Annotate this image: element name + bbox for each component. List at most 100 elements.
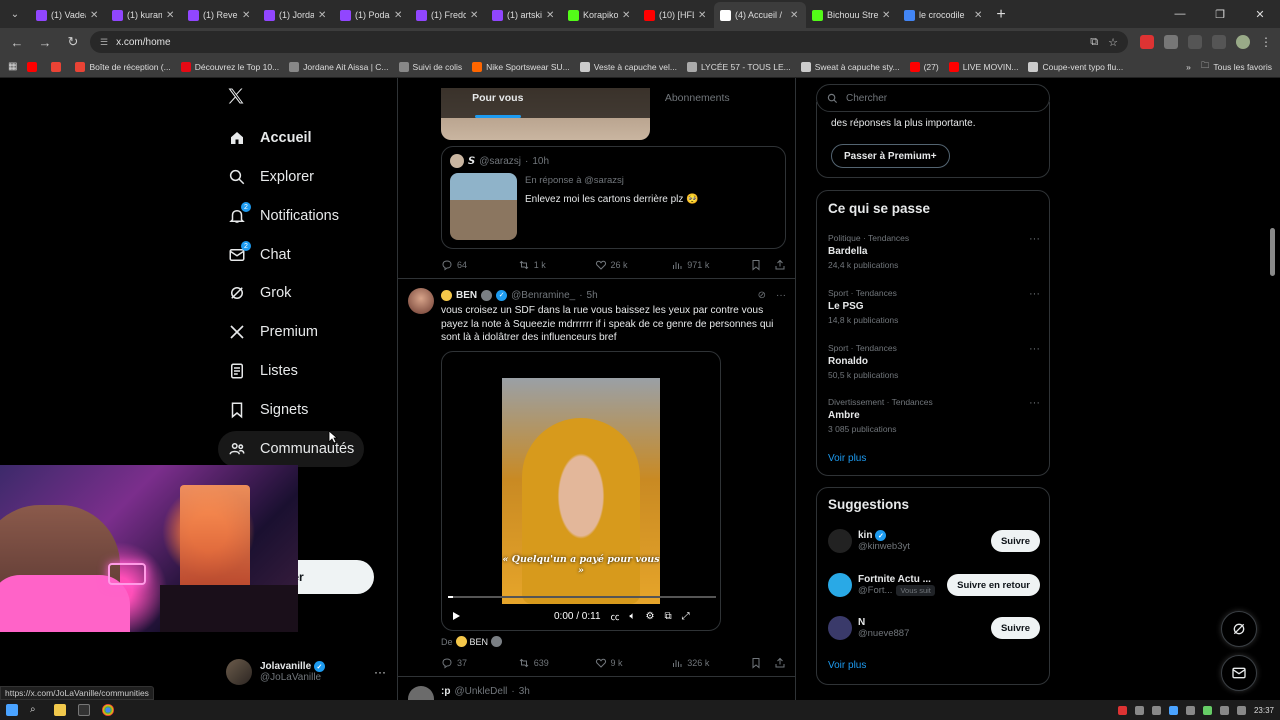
avatar[interactable] (828, 573, 852, 597)
pip-icon[interactable]: ⧉ (665, 611, 672, 622)
bookmark-icon[interactable] (750, 259, 762, 271)
suggestion-item[interactable]: Fortnite Actu ... @Fort... Vous suit Suivre… (828, 568, 1040, 602)
browser-tab[interactable]: le crocodile ✕ (898, 2, 990, 28)
tab-close-icon[interactable]: ✕ (974, 10, 984, 21)
nav-item-explorer[interactable]: Explorer (218, 159, 324, 195)
volume-icon[interactable] (1236, 705, 1246, 715)
bookmark-item[interactable]: Coupe-vent typo flu... (1028, 61, 1123, 72)
bookmark-icon[interactable] (750, 657, 762, 669)
play-icon[interactable] (450, 610, 462, 622)
page-scrollbar[interactable] (1270, 228, 1275, 276)
x-logo-icon[interactable] (226, 86, 246, 106)
reply-button[interactable]: 64 (441, 259, 518, 271)
nav-item-notifications[interactable]: 2 Notifications (218, 198, 349, 234)
author-name[interactable]: BEN (456, 290, 477, 301)
suggestion-name[interactable]: N (858, 617, 865, 628)
trends-see-more-link[interactable]: Voir plus (828, 453, 866, 464)
profile-avatar-icon[interactable] (1236, 35, 1250, 49)
more-icon[interactable]: ··· (1029, 233, 1040, 245)
bluetooth-icon[interactable] (1168, 705, 1178, 715)
post-time[interactable]: 5h (587, 290, 598, 301)
tray-app-icon[interactable] (1151, 705, 1161, 715)
tab-close-icon[interactable]: ✕ (470, 10, 480, 21)
search-input[interactable]: Chercher (816, 84, 1050, 112)
repost-button[interactable]: 639 (518, 657, 595, 669)
suggestions-see-more-link[interactable]: Voir plus (828, 660, 866, 671)
browser-tab[interactable]: (1) Fredoxie ✕ (410, 2, 486, 28)
browser-tab[interactable]: (1) Vadeal - ✕ (30, 2, 106, 28)
bookmark-item[interactable]: Suivi de colis (398, 61, 462, 72)
bookmark-item[interactable]: LYCÉE 57 - TOUS LE... (686, 61, 791, 72)
tab-close-icon[interactable]: ✕ (318, 10, 328, 21)
quoted-post[interactable]: 𝙎 @sarazsj · 10h En réponse à @sarazsj E… (441, 146, 786, 249)
tray-app-icon[interactable] (1185, 705, 1195, 715)
windows-start-icon[interactable] (6, 704, 18, 716)
nav-item-listes[interactable]: Listes (218, 353, 308, 389)
browser-tab[interactable]: (1) Revenja - ✕ (182, 2, 258, 28)
site-info-icon[interactable]: ☰ (100, 37, 108, 48)
views-button[interactable]: 326 k (671, 657, 750, 669)
close-window-icon[interactable]: ✕ (1240, 8, 1280, 21)
apps-grid-icon[interactable]: ▦ (8, 61, 17, 72)
suggestion-name[interactable]: kin (858, 530, 872, 541)
suggestion-name[interactable]: Fortnite Actu ... (858, 574, 931, 585)
install-app-icon[interactable]: ⧉ (1090, 36, 1098, 49)
back-icon[interactable]: ← (6, 31, 28, 53)
extensions-puzzle-icon[interactable] (1188, 35, 1202, 49)
tab-close-icon[interactable]: ✕ (394, 10, 404, 21)
grok-explain-icon[interactable]: ⊘ (758, 290, 766, 301)
media-control-icon[interactable] (1212, 35, 1226, 49)
tab-for-you[interactable]: Pour vous (398, 78, 598, 118)
search-icon[interactable]: ⌕ (30, 704, 42, 716)
captions-icon[interactable]: ㏄ (611, 610, 620, 623)
fullscreen-icon[interactable]: ⤢ (682, 611, 690, 622)
chrome-icon[interactable] (102, 704, 114, 716)
bookmark-star-icon[interactable]: ☆ (1108, 36, 1118, 49)
file-explorer-icon[interactable] (54, 704, 66, 716)
browser-tab[interactable]: (1) kurama_ ✕ (106, 2, 182, 28)
nav-item-communautés[interactable]: Communautés (218, 431, 365, 467)
nav-item-grok[interactable]: Grok (218, 275, 301, 311)
account-switcher[interactable]: Jolavanille ✓ @JoLaVanille ··· (226, 652, 386, 692)
more-bookmarks-icon[interactable]: » (1186, 62, 1191, 72)
tab-close-icon[interactable]: ✕ (90, 10, 100, 21)
nav-item-chat[interactable]: 2 Chat (218, 237, 301, 273)
avatar[interactable] (828, 529, 852, 553)
browser-tab[interactable]: (1) Jordanfal ✕ (258, 2, 334, 28)
tray-app-icon[interactable] (1117, 705, 1127, 715)
from-name[interactable]: BEN (470, 637, 489, 647)
suggestion-item[interactable]: N @nueve887 Suivre (828, 611, 1040, 645)
url-input[interactable]: ☰ x.com/home ⧉ ☆ (90, 31, 1128, 53)
premium-plus-button[interactable]: Passer à Premium+ (831, 144, 950, 168)
reply-button[interactable]: 37 (441, 657, 518, 669)
bookmark-item[interactable]: (27) (909, 61, 939, 72)
more-icon[interactable]: ··· (1029, 397, 1040, 409)
tray-app-icon[interactable] (1134, 705, 1144, 715)
bookmark-item[interactable]: Veste à capuche vel... (579, 61, 677, 72)
tab-close-icon[interactable]: ✕ (166, 10, 176, 21)
video-player[interactable]: « Quelqu'un a payé pour vous » 0:00 / 0:… (441, 351, 721, 631)
avatar[interactable] (408, 686, 434, 700)
clock[interactable]: 23:37 (1254, 706, 1274, 715)
browser-tab[interactable]: Bichouu Stre ✕ (806, 2, 898, 28)
video-progress-bar[interactable] (448, 596, 716, 598)
tab-close-icon[interactable]: ✕ (546, 10, 556, 21)
tab-close-icon[interactable]: ✕ (790, 10, 800, 21)
share-icon[interactable] (774, 657, 786, 669)
terminal-icon[interactable] (78, 704, 90, 716)
more-icon[interactable]: ··· (776, 290, 786, 301)
tab-close-icon[interactable]: ✕ (622, 10, 632, 21)
forward-icon[interactable]: → (34, 31, 56, 53)
trend-item[interactable]: Sport · Tendances Le PSG 14,8 k publicatio… (828, 288, 1040, 338)
minimize-icon[interactable]: — (1160, 8, 1200, 20)
tray-app-icon[interactable] (1202, 705, 1212, 715)
views-button[interactable]: 971 k (671, 259, 750, 271)
extension-red-icon[interactable] (1140, 35, 1154, 49)
bookmark-item[interactable] (27, 61, 41, 72)
bookmark-item[interactable]: LIVE MOVIN... (948, 61, 1018, 72)
more-icon[interactable]: ··· (1029, 288, 1040, 300)
nav-item-signets[interactable]: Signets (218, 392, 318, 428)
trend-item[interactable]: Politique · Tendances Bardella 24,4 k publ… (828, 233, 1040, 283)
messages-floating-button[interactable] (1221, 655, 1257, 691)
post-time[interactable]: 3h (519, 686, 530, 697)
